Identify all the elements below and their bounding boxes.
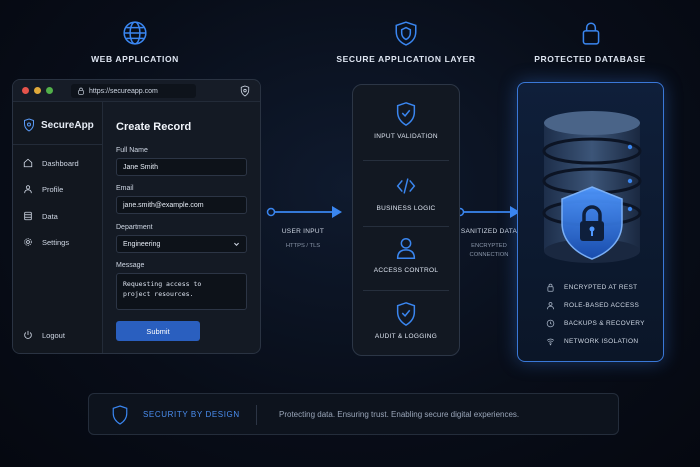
divider xyxy=(256,405,257,425)
email-label: Email xyxy=(116,185,134,192)
divider xyxy=(363,160,449,161)
full-name-field[interactable]: Jane Smith xyxy=(116,158,247,176)
divider xyxy=(363,290,449,291)
connection-text: CONNECTION xyxy=(469,252,509,258)
code-icon xyxy=(396,178,416,194)
feature-label: ENCRYPTED AT REST xyxy=(564,284,638,291)
message-line: project resources. xyxy=(123,290,194,298)
email-value: jane.smith@example.com xyxy=(123,201,204,209)
home-icon xyxy=(23,158,33,168)
step-label: BUSINESS LOGIC xyxy=(376,205,436,212)
lock-icon xyxy=(578,20,604,46)
department-select[interactable]: Engineering xyxy=(116,235,247,253)
sidebar: SecureApp Dashboard Profile Data Setting… xyxy=(13,102,103,353)
shield-check-icon xyxy=(396,102,416,127)
sidebar-item-label: Dashboard xyxy=(42,158,79,168)
feature-encrypted: ENCRYPTED AT REST xyxy=(546,283,637,292)
message-line: Requesting access to xyxy=(123,280,202,288)
sanitized-data-label: SANITIZED DATA xyxy=(460,228,518,235)
user-icon xyxy=(547,302,554,310)
full-name-label: Full Name xyxy=(116,147,148,154)
email-field[interactable]: jane.smith@example.com xyxy=(116,196,247,214)
close-dot[interactable] xyxy=(22,87,29,94)
department-value: Engineering xyxy=(123,240,161,248)
form-panel: Create Record Full Name Jane Smith Email… xyxy=(104,102,260,353)
minimize-dot[interactable] xyxy=(34,87,41,94)
sidebar-item-data[interactable]: Data xyxy=(23,211,58,221)
feature-label: ROLE-BASED ACCESS xyxy=(564,302,640,309)
lock-icon xyxy=(547,283,554,292)
address-bar[interactable]: https://secureapp.com xyxy=(71,84,196,98)
divider xyxy=(13,144,102,145)
sidebar-item-label: Settings xyxy=(42,237,70,247)
brand: SecureApp xyxy=(23,118,94,132)
sidebar-item-profile[interactable]: Profile xyxy=(23,184,63,194)
step-label: AUDIT & LOGGING xyxy=(374,333,438,340)
secure-application-layer: INPUT VALIDATION BUSINESS LOGIC ACCESS C… xyxy=(352,84,460,356)
feature-label: NETWORK ISOLATION xyxy=(564,338,639,345)
sanitized-data-arrow xyxy=(455,206,520,218)
browser-window: https://secureapp.com SecureApp Dashboar… xyxy=(12,79,261,354)
footer-banner: SECURITY BY DESIGN Protecting data. Ensu… xyxy=(88,393,619,435)
shield-icon xyxy=(393,20,419,46)
power-icon xyxy=(24,330,32,339)
feature-label: BACKUPS & RECOVERY xyxy=(564,320,645,327)
protected-database-title: PROTECTED DATABASE xyxy=(534,54,646,64)
shield-icon xyxy=(112,405,128,425)
gear-icon xyxy=(24,238,32,246)
browser-titlebar: https://secureapp.com xyxy=(13,80,260,102)
protected-database-panel: ENCRYPTED AT REST ROLE-BASED ACCESS BACK… xyxy=(517,82,664,362)
business-logic-step: BUSINESS LOGIC xyxy=(353,173,459,212)
sidebar-item-settings[interactable]: Settings xyxy=(23,237,69,247)
user-icon xyxy=(396,237,416,259)
feature-role-based: ROLE-BASED ACCESS xyxy=(546,301,639,310)
maximize-dot[interactable] xyxy=(46,87,53,94)
wifi-icon xyxy=(546,338,555,346)
divider xyxy=(363,226,449,227)
access-control-step: ACCESS CONTROL xyxy=(353,235,459,274)
department-label: Department xyxy=(116,224,153,231)
clock-icon xyxy=(546,319,555,328)
chevron-down-icon xyxy=(234,242,239,246)
lock-icon xyxy=(78,87,84,95)
feature-network: NETWORK ISOLATION xyxy=(546,337,638,346)
https-tls-label: HTTPS / TLS xyxy=(285,243,321,249)
sidebar-item-label: Profile xyxy=(42,184,64,194)
database-shield-icon xyxy=(542,111,642,263)
footer-tagline: Protecting data. Ensuring trust. Enablin… xyxy=(279,410,520,419)
submit-button[interactable]: Submit xyxy=(116,321,200,341)
user-input-arrow xyxy=(266,206,342,218)
secure-layer-title: SECURE APPLICATION LAYER xyxy=(336,54,476,64)
step-label: ACCESS CONTROL xyxy=(373,267,439,274)
message-label: Message xyxy=(116,262,145,269)
shield-icon xyxy=(24,118,34,132)
url-text: https://secureapp.com xyxy=(89,87,158,95)
form-title: Create Record xyxy=(116,121,192,133)
step-label: INPUT VALIDATION xyxy=(374,133,438,140)
feature-backups: BACKUPS & RECOVERY xyxy=(546,319,645,328)
globe-icon xyxy=(122,20,148,46)
shield-check-icon xyxy=(396,302,416,327)
database-icon xyxy=(24,211,32,221)
full-name-value: Jane Smith xyxy=(123,163,159,171)
audit-logging-step: AUDIT & LOGGING xyxy=(353,301,459,340)
logout-label: Logout xyxy=(42,330,65,340)
sidebar-item-dashboard[interactable]: Dashboard xyxy=(23,158,79,168)
web-application-title: WEB APPLICATION xyxy=(91,54,179,64)
input-validation-step: INPUT VALIDATION xyxy=(353,101,459,140)
user-icon xyxy=(24,185,32,194)
sidebar-item-label: Data xyxy=(42,211,58,221)
encrypted-connection-label: ENCRYPTED CONNECTION xyxy=(458,242,520,260)
brand-name: SecureApp xyxy=(41,119,94,131)
logout-button[interactable]: Logout xyxy=(23,330,65,340)
message-field[interactable]: Requesting access to project resources. xyxy=(116,273,247,310)
footer-title: SECURITY BY DESIGN xyxy=(143,410,240,419)
shield-icon[interactable] xyxy=(240,85,250,97)
user-input-label: USER INPUT xyxy=(281,228,325,235)
encrypted-text: ENCRYPTED xyxy=(471,243,507,249)
